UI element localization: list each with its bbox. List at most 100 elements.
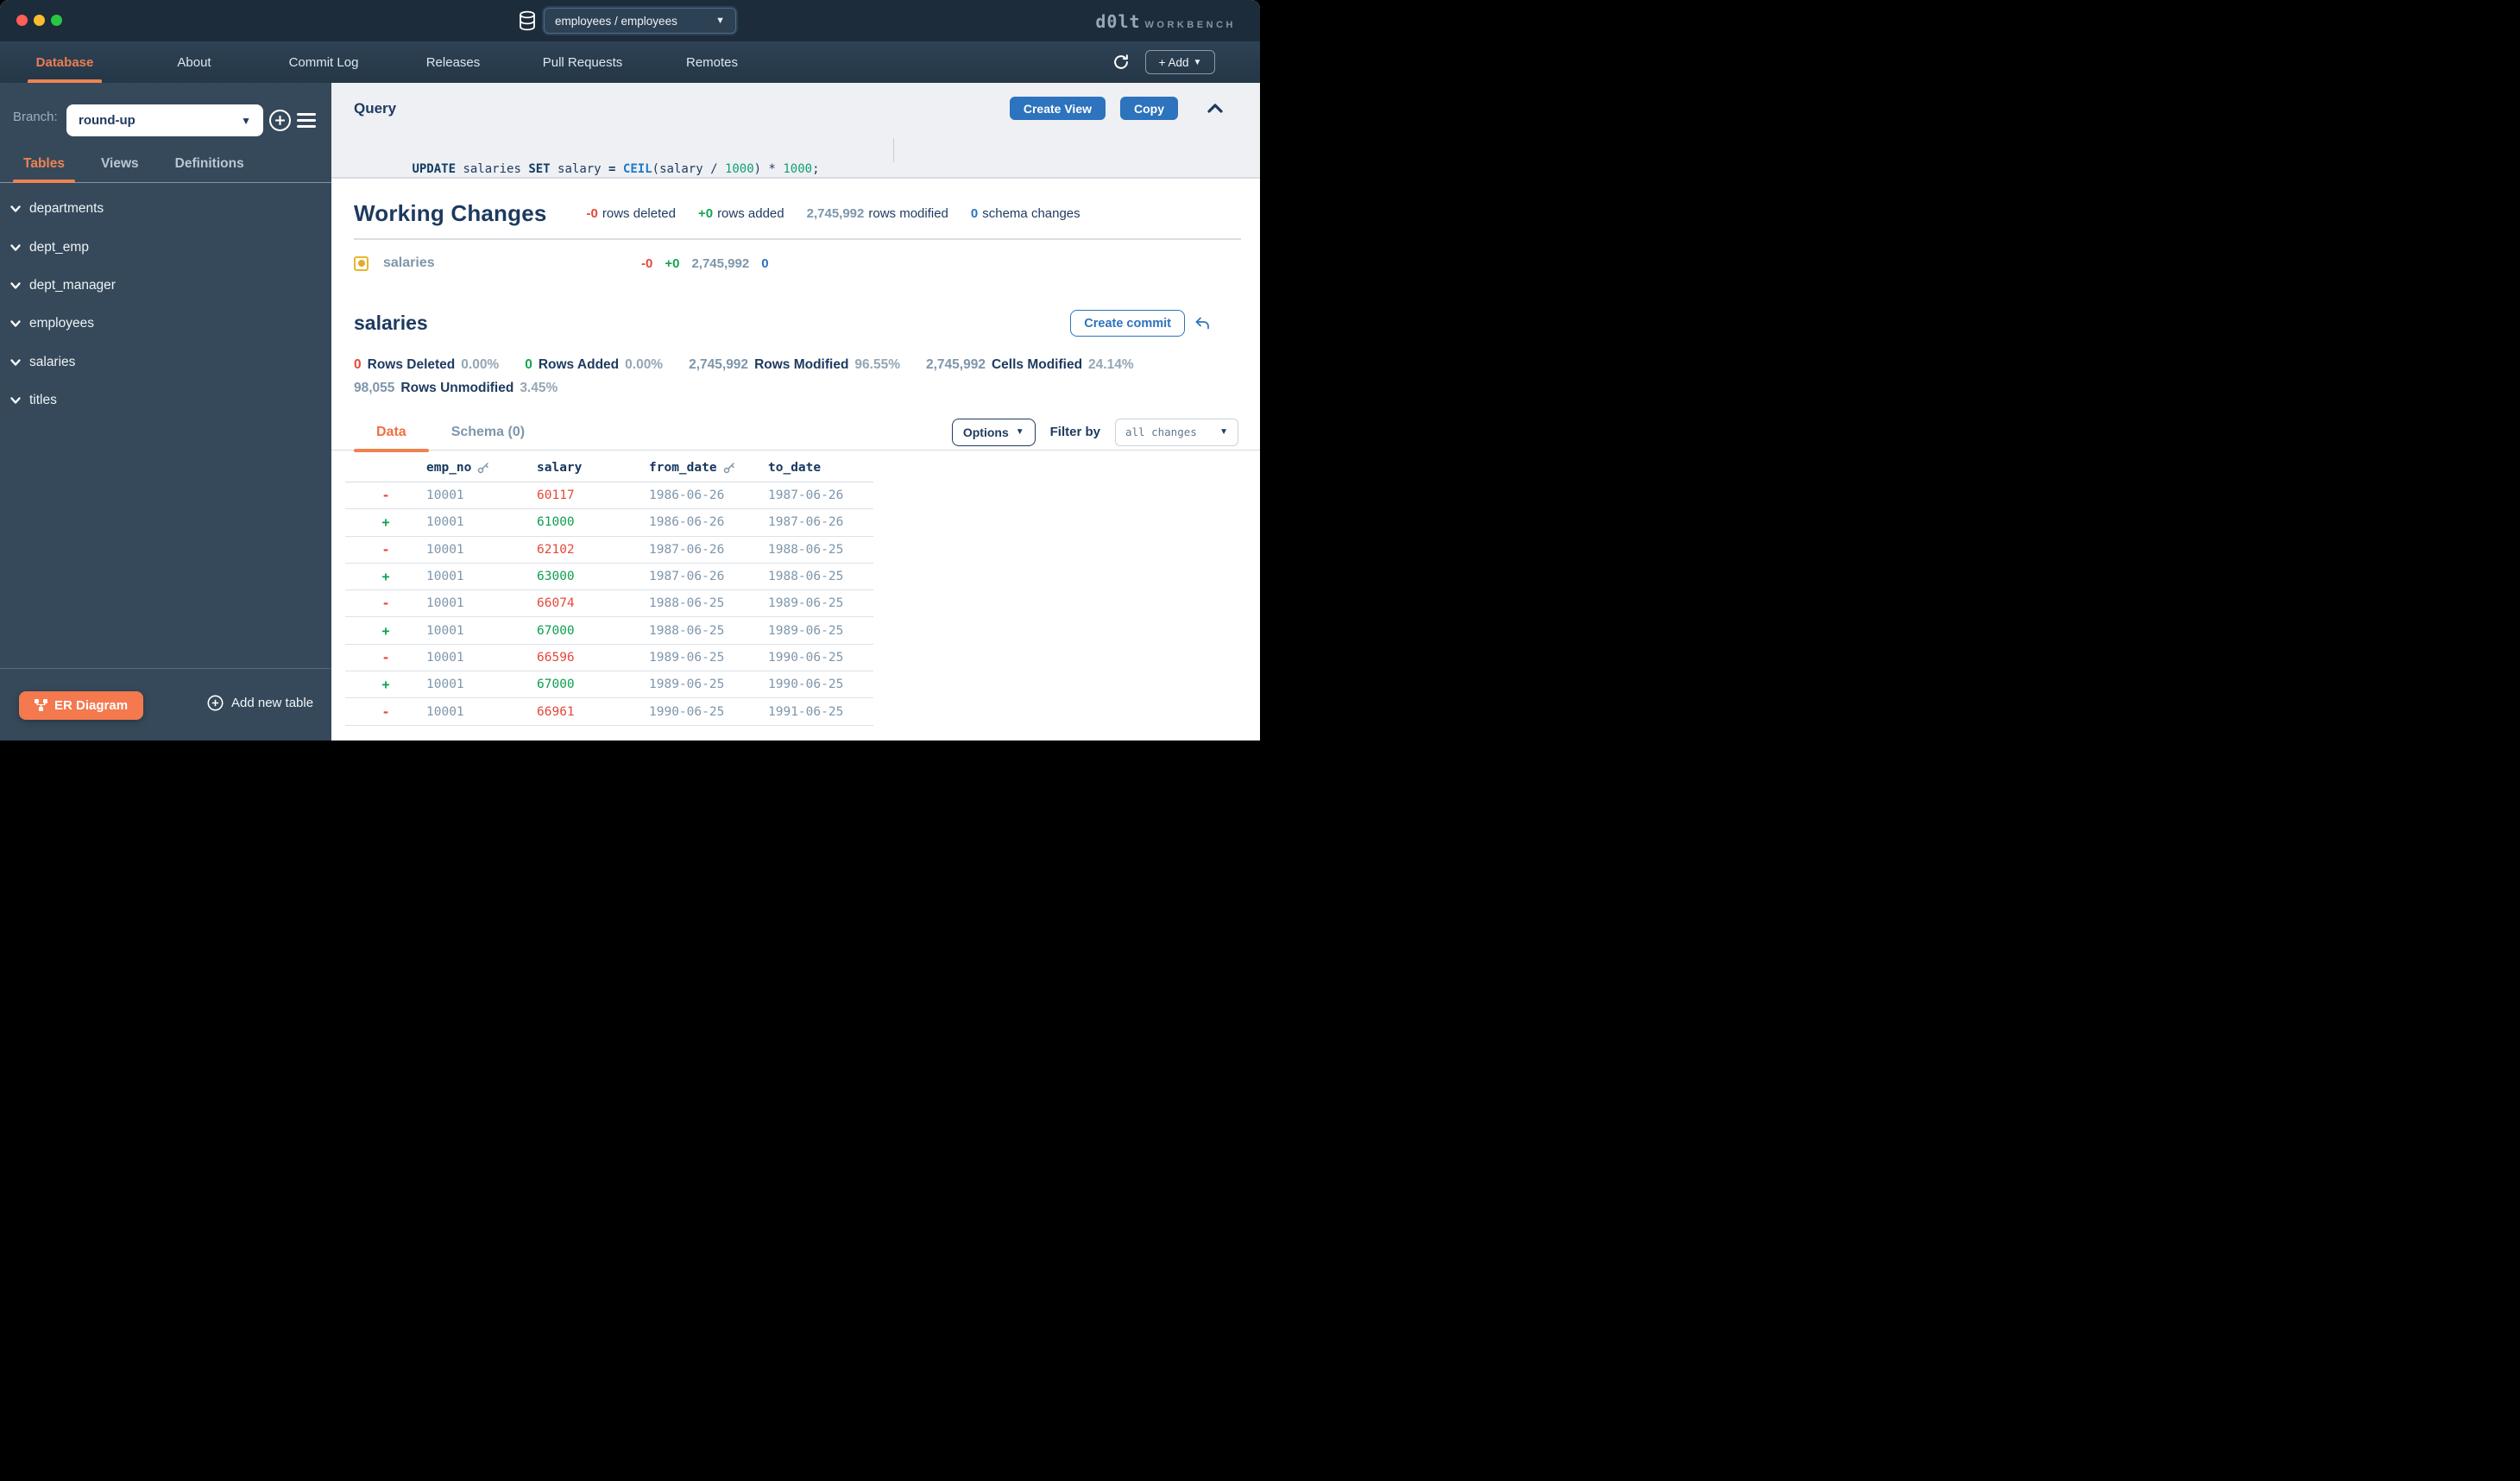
table-row: - 10001 66596 1989-06-25 1990-06-25 (345, 645, 873, 671)
new-branch-button[interactable] (268, 109, 292, 136)
diff-stat: 0 Rows Added 0.00% (525, 357, 663, 373)
sidebar-table-item[interactable]: employees (0, 305, 331, 343)
table-row: - 10001 62102 1987-06-26 1988-06-25 (345, 537, 873, 564)
collapse-query-icon[interactable] (1205, 98, 1225, 119)
diff-stat: 98,055 Rows Unmodified 3.45% (354, 381, 558, 396)
sql-token: salaries (456, 162, 528, 176)
create-view-button[interactable]: Create View (1010, 97, 1106, 120)
add-new-table-button[interactable]: Add new table (207, 695, 313, 711)
sidebar-tab[interactable]: Tables (13, 156, 75, 182)
chevron-down-icon (9, 241, 22, 255)
diff-tab[interactable]: Schema (0) (429, 414, 547, 451)
primary-key-icon (723, 462, 735, 474)
cell-from-date: 1987-06-26 (649, 570, 768, 583)
sql-token (615, 162, 622, 176)
filter-dropdown[interactable]: all changes ▼ (1115, 419, 1238, 446)
working-changes-summary: -0rows deleted +0rows added 2,745,992row… (587, 206, 1080, 221)
diff-sign: - (345, 488, 426, 503)
copy-button[interactable]: Copy (1120, 97, 1178, 120)
undo-icon[interactable] (1194, 315, 1211, 331)
cell-emp-no: 10001 (426, 705, 537, 719)
cell-to-date: 1990-06-25 (768, 651, 873, 665)
diff-tab[interactable]: Data (354, 414, 429, 451)
branch-value: round-up (79, 113, 135, 128)
diff-stats: 0 Rows Deleted 0.00% 0 Rows Added 0.00% (354, 357, 1260, 396)
sidebar-tabs: Tables Views Definitions (0, 156, 331, 183)
cell-from-date: 1986-06-26 (649, 488, 768, 502)
diff-sign: - (345, 596, 426, 611)
nav-item[interactable]: Commit Log (259, 41, 388, 83)
cell-to-date: 1989-06-25 (768, 596, 873, 610)
sql-query-editor[interactable]: UPDATE salaries SET salary = CEIL(salary… (354, 135, 1225, 176)
nav-item[interactable]: About (129, 41, 259, 83)
branch-menu-icon[interactable] (297, 113, 316, 131)
sql-token: 1000 (783, 162, 812, 176)
nav-item[interactable]: Pull Requests (518, 41, 647, 83)
cell-emp-no: 10001 (426, 570, 537, 583)
cell-salary: 63000 (537, 570, 649, 583)
nav-item[interactable]: Remotes (647, 41, 777, 83)
diff-sign: + (345, 569, 426, 584)
options-button[interactable]: Options ▼ (952, 419, 1036, 446)
diff-sign: - (345, 542, 426, 558)
diff-table-title: salaries (354, 312, 428, 335)
cell-salary: 61000 (537, 515, 649, 529)
er-diagram-icon (35, 699, 47, 712)
count-value: 0 (761, 256, 768, 271)
table-list: departments dept_emp dept_manage (0, 190, 331, 419)
cell-to-date: 1990-06-25 (768, 677, 873, 691)
cell-to-date: 1989-06-25 (768, 624, 873, 638)
add-button[interactable]: + Add ▼ (1145, 50, 1215, 74)
create-commit-button[interactable]: Create commit (1070, 310, 1185, 337)
chevron-down-icon (9, 279, 22, 293)
sidebar-table-item[interactable]: titles (0, 381, 331, 419)
query-panel: Query Create View Copy UPDATE salaries S… (331, 83, 1260, 179)
sidebar-tab[interactable]: Definitions (165, 156, 255, 182)
nav-item[interactable]: Releases (388, 41, 518, 83)
er-diagram-button[interactable]: ER Diagram (19, 691, 143, 720)
sql-token: (salary / (652, 162, 725, 176)
count-value: 2,745,992 (691, 256, 749, 271)
dolt-workbench-logo: d0lt WORKBENCH (1095, 11, 1236, 32)
diff-tabs-row: Data Schema (0) Options ▼ Filter by (331, 414, 1260, 451)
working-changes-stat: -0rows deleted (587, 206, 676, 221)
cell-emp-no: 10001 (426, 488, 537, 502)
sidebar-tab[interactable]: Views (91, 156, 149, 182)
filter-value: all changes (1125, 425, 1197, 438)
sidebar-table-item[interactable]: departments (0, 190, 331, 228)
table-row: - 10001 66074 1988-06-25 1989-06-25 (345, 590, 873, 617)
working-changes-stat: 0schema changes (971, 206, 1080, 221)
sidebar-table-item[interactable]: dept_manager (0, 267, 331, 305)
branch-label: Branch: (13, 110, 58, 124)
cell-salary: 66596 (537, 651, 649, 665)
database-selector-dropdown[interactable]: employees / employees ▼ (544, 8, 736, 34)
sql-token: 1000 (725, 162, 754, 176)
cell-from-date: 1988-06-25 (649, 624, 768, 638)
cell-salary: 62102 (537, 543, 649, 557)
changed-table-row[interactable]: salaries -0+02,745,9920 (354, 240, 1260, 287)
cell-salary: 67000 (537, 677, 649, 691)
nav-item[interactable]: Database (0, 41, 129, 83)
column-header: emp_no (426, 461, 537, 475)
column-headers: emp_no salary (426, 461, 873, 475)
column-header: to_date (768, 461, 873, 475)
branch-selector-dropdown[interactable]: round-up ▼ (66, 104, 263, 136)
zoom-window-button[interactable] (51, 15, 62, 26)
refresh-icon[interactable] (1112, 53, 1131, 72)
chevron-down-icon: ▼ (715, 16, 725, 26)
cell-salary: 66074 (537, 596, 649, 610)
database-icon (517, 9, 538, 37)
close-window-button[interactable] (16, 15, 28, 26)
diff-sign: + (345, 623, 426, 639)
cell-to-date: 1988-06-25 (768, 543, 873, 557)
cell-emp-no: 10001 (426, 543, 537, 557)
sidebar-footer: ER Diagram Add new table (0, 668, 331, 740)
logo-suffix: WORKBENCH (1145, 20, 1236, 30)
sidebar-table-item[interactable]: salaries (0, 343, 331, 381)
query-title: Query (354, 100, 396, 117)
chevron-down-icon: ▼ (241, 115, 251, 127)
minimize-window-button[interactable] (34, 15, 45, 26)
cell-emp-no: 10001 (426, 624, 537, 638)
sidebar-table-item[interactable]: dept_emp (0, 228, 331, 266)
titlebar: employees / employees ▼ d0lt WORKBENCH (0, 0, 1260, 41)
